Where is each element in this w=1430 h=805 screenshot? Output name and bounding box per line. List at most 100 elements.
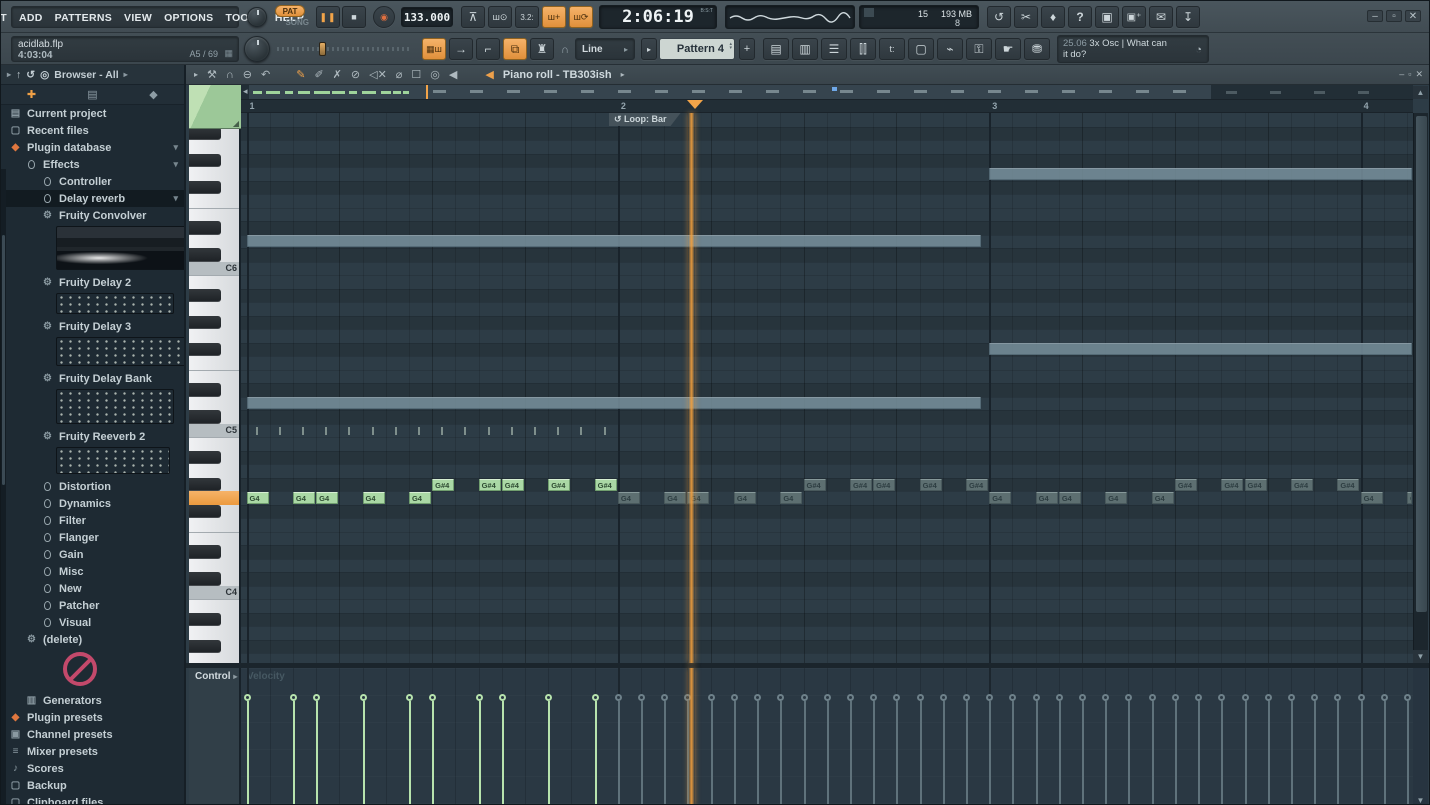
mixer-view-icon[interactable]: ⫿⫿ bbox=[850, 38, 876, 60]
piano-roll-navigator[interactable]: ◂ bbox=[241, 85, 1413, 100]
velocity-handle[interactable] bbox=[406, 694, 413, 701]
browser-item-fruity-delay-2[interactable]: ⚙Fruity Delay 2 bbox=[1, 274, 184, 291]
piano-key-white[interactable] bbox=[189, 235, 241, 249]
velocity-handle[interactable] bbox=[986, 694, 993, 701]
velocity-handle[interactable] bbox=[1265, 694, 1272, 701]
ghost-velocity-stem[interactable] bbox=[1105, 701, 1107, 805]
note[interactable]: G#4 bbox=[548, 479, 570, 491]
ghost-note[interactable]: G4 bbox=[1407, 492, 1412, 504]
velocity-handle[interactable] bbox=[499, 694, 506, 701]
velocity-handle[interactable] bbox=[313, 694, 320, 701]
browser-item-filter[interactable]: Filter bbox=[1, 512, 184, 529]
velocity-handle[interactable] bbox=[429, 694, 436, 701]
browser-title[interactable]: Browser - All bbox=[54, 69, 118, 81]
velocity-handle[interactable] bbox=[1195, 694, 1202, 701]
ghost-velocity-stem[interactable] bbox=[1082, 701, 1084, 805]
paint-tool-icon[interactable]: ✐ bbox=[314, 68, 323, 81]
maximize-icon[interactable]: ▫ bbox=[1386, 10, 1402, 22]
ghost-velocity-stem[interactable] bbox=[757, 701, 759, 805]
long-slide-note[interactable] bbox=[247, 235, 982, 247]
browser-item-plugin-presets[interactable]: ◆Plugin presets bbox=[1, 709, 184, 726]
plugin-picker-icon[interactable]: ⌁ bbox=[937, 38, 963, 60]
ghost-note[interactable]: G4 bbox=[1361, 492, 1383, 504]
playhead-marker[interactable] bbox=[687, 100, 703, 109]
ghost-note[interactable]: G#4 bbox=[1221, 479, 1243, 491]
ghost-note[interactable]: G#4 bbox=[920, 479, 942, 491]
touch-icon[interactable]: ☛ bbox=[995, 38, 1021, 60]
save-icon[interactable]: ▣ bbox=[1095, 6, 1119, 28]
browser-item-fruity-delay-3[interactable]: ⚙Fruity Delay 3 bbox=[1, 318, 184, 335]
velocity-handle[interactable] bbox=[847, 694, 854, 701]
velocity-handle[interactable] bbox=[801, 694, 808, 701]
velocity-handle[interactable] bbox=[1033, 694, 1040, 701]
browser-item-dynamics[interactable]: Dynamics bbox=[1, 495, 184, 512]
browser-item-backup[interactable]: ▢Backup bbox=[1, 777, 184, 794]
piano-key-white[interactable] bbox=[189, 464, 241, 478]
microphone-icon[interactable]: ♦ bbox=[1041, 6, 1065, 28]
velocity-stem[interactable] bbox=[595, 701, 597, 805]
mute-tool-icon[interactable]: ◁✕ bbox=[369, 68, 387, 81]
ghost-note[interactable]: G4 bbox=[1152, 492, 1174, 504]
piano-roll-title[interactable]: Piano roll - TB303ish bbox=[503, 69, 612, 81]
ghost-note[interactable]: G#4 bbox=[966, 479, 988, 491]
ghost-velocity-stem[interactable] bbox=[1152, 701, 1154, 805]
piano-key-white[interactable] bbox=[189, 302, 241, 316]
piano-key-white[interactable] bbox=[189, 599, 241, 613]
undo-icon[interactable]: ↺ bbox=[987, 6, 1011, 28]
delete-tool-icon[interactable]: ⊘ bbox=[351, 68, 360, 81]
browser-scrollbar[interactable] bbox=[1, 169, 6, 805]
browser-scrollbar-thumb[interactable] bbox=[2, 235, 5, 485]
piano-key-black[interactable] bbox=[189, 248, 221, 262]
help-icon[interactable]: ? bbox=[1068, 6, 1092, 28]
piano-key-black[interactable] bbox=[189, 613, 221, 627]
browser-item-channel-presets[interactable]: ▣Channel presets bbox=[1, 726, 184, 743]
download-icon[interactable]: ↧ bbox=[1176, 6, 1200, 28]
pattern-selector[interactable]: Pattern 4 ▴▾ bbox=[659, 38, 735, 60]
piano-key-black[interactable] bbox=[189, 478, 221, 492]
ghost-note[interactable]: G#4 bbox=[804, 479, 826, 491]
browser-item-new[interactable]: New bbox=[1, 580, 184, 597]
piano-keyboard[interactable]: C6C5C4 bbox=[189, 113, 241, 663]
note[interactable]: G4 bbox=[409, 492, 431, 504]
velocity-handle[interactable] bbox=[1149, 694, 1156, 701]
browser-item-recent-files[interactable]: ▢Recent files bbox=[1, 122, 184, 139]
project-picker-icon[interactable]: ▢ bbox=[908, 38, 934, 60]
shop-icon[interactable]: ⛃ bbox=[1024, 38, 1050, 60]
ghost-note[interactable]: G4 bbox=[618, 492, 640, 504]
ghost-velocity-stem[interactable] bbox=[1384, 701, 1386, 805]
note[interactable]: G4 bbox=[363, 492, 385, 504]
velocity-stem[interactable] bbox=[247, 701, 249, 805]
scroll-up-icon[interactable]: ▲ bbox=[1413, 86, 1428, 99]
velocity-stem[interactable] bbox=[363, 701, 365, 805]
piano-key-white[interactable] bbox=[189, 275, 241, 289]
browser-view-icon[interactable]: t: bbox=[879, 38, 905, 60]
pr-menu-arrow[interactable]: ▸ bbox=[194, 70, 198, 79]
browser-tab-favorites[interactable]: ✚ bbox=[1, 88, 62, 101]
oscilloscope[interactable] bbox=[725, 5, 855, 29]
ghost-velocity-stem[interactable] bbox=[1175, 701, 1177, 805]
ghost-note[interactable]: G4 bbox=[1036, 492, 1058, 504]
ghost-note[interactable]: G4 bbox=[664, 492, 686, 504]
ghost-velocity-stem[interactable] bbox=[1036, 701, 1038, 805]
velocity-handle[interactable] bbox=[1381, 694, 1388, 701]
piano-roll-view-icon[interactable]: ▥ bbox=[792, 38, 818, 60]
ghost-velocity-stem[interactable] bbox=[734, 701, 736, 805]
shuffle-slider[interactable] bbox=[277, 47, 411, 51]
playlist-view-icon[interactable]: ▤ bbox=[763, 38, 789, 60]
ghost-note[interactable]: G#4 bbox=[1175, 479, 1197, 491]
link-icon[interactable]: ⧉ bbox=[503, 38, 527, 60]
paint-delete-tool-icon[interactable]: ✗ bbox=[333, 68, 342, 81]
menu-add[interactable]: ADD bbox=[13, 12, 49, 24]
velocity-handle[interactable] bbox=[1334, 694, 1341, 701]
draw-tool-icon[interactable]: ✎ bbox=[296, 68, 305, 81]
ghost-velocity-stem[interactable] bbox=[1314, 701, 1316, 805]
browser-item-gain[interactable]: Gain bbox=[1, 546, 184, 563]
chevron-down-icon[interactable]: ▾ bbox=[173, 193, 178, 204]
ghost-velocity-stem[interactable] bbox=[920, 701, 922, 805]
metronome-icon[interactable]: ⊼ bbox=[461, 6, 485, 28]
typing-keyboard-icon[interactable]: ▦ш bbox=[422, 38, 446, 60]
ghost-velocity-stem[interactable] bbox=[804, 701, 806, 805]
note[interactable]: G#4 bbox=[479, 479, 501, 491]
piano-key-black[interactable] bbox=[189, 343, 221, 357]
timeline-ruler[interactable]: 1234 bbox=[241, 100, 1413, 113]
